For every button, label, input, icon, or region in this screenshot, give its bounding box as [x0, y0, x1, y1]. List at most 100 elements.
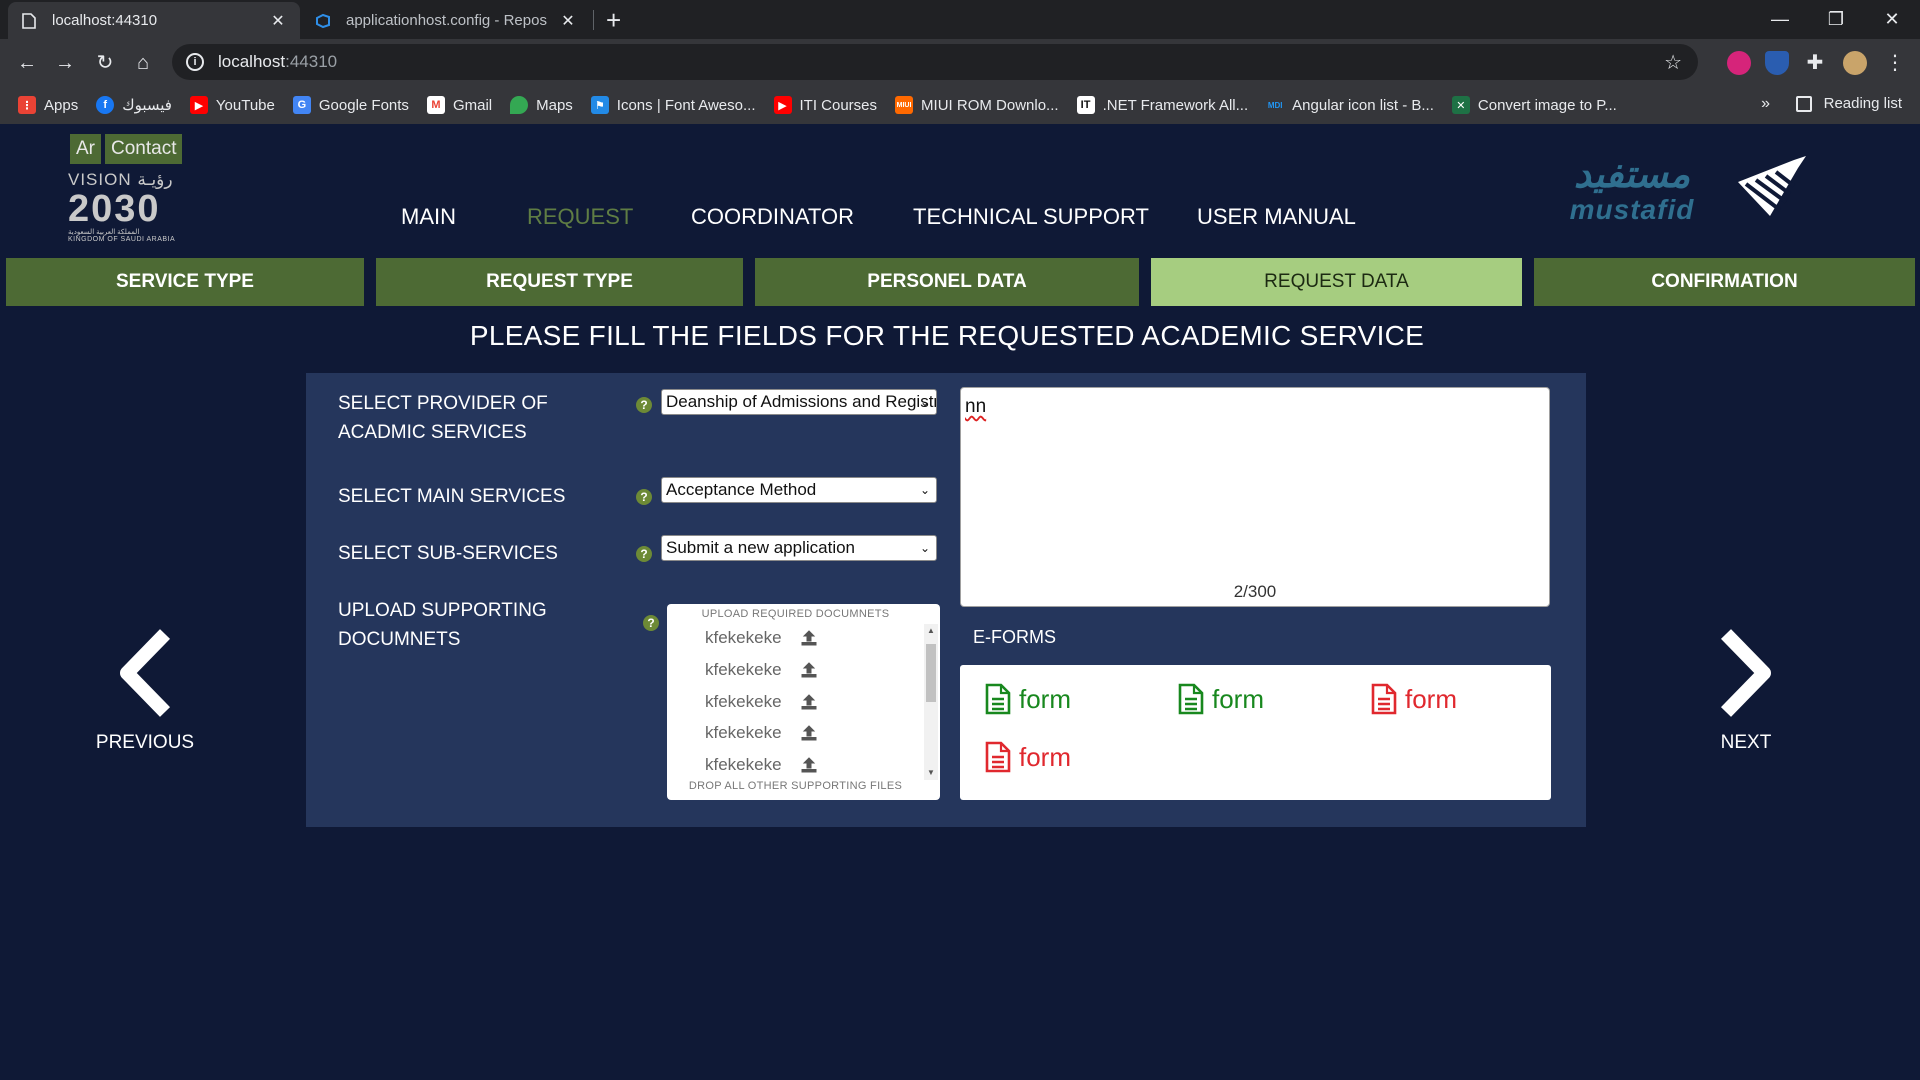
forward-arrow-icon[interactable]: → — [50, 48, 80, 78]
chevron-down-icon: ⌄ — [919, 483, 930, 497]
bookmark-apps[interactable]: ⋮ Apps — [18, 96, 78, 114]
bookmark-dotnet[interactable]: IT .NET Framework All... — [1076, 96, 1248, 114]
provider-select[interactable]: Deanship of Admissions and Registration … — [661, 389, 937, 415]
new-tab-plus-icon[interactable]: + — [606, 6, 621, 34]
upload-item[interactable]: kfekekeke — [705, 755, 818, 775]
extensions-puzzle-icon[interactable]: ✚ — [1800, 48, 1830, 78]
help-icon[interactable]: ? — [636, 546, 652, 562]
upload-icon[interactable] — [800, 756, 818, 774]
page: Ar Contact VISION رؤيـة 2030 المملكة الع… — [0, 124, 1920, 1080]
notes-textarea[interactable]: nn 2/300 — [960, 387, 1550, 607]
scroll-down-icon[interactable]: ▼ — [927, 768, 935, 777]
tab-applicationhost[interactable]: applicationhost.config - Repos ✕ — [302, 2, 590, 39]
upload-item[interactable]: kfekekeke — [705, 723, 818, 743]
upload-item[interactable]: kfekekeke — [705, 628, 818, 648]
reload-icon[interactable]: ↻ — [90, 48, 120, 78]
upload-scrollbar[interactable]: ▲ ▼ — [924, 624, 938, 780]
youtube-icon: ▶ — [189, 96, 208, 114]
nav-request[interactable]: REQUEST — [527, 204, 633, 230]
profile-avatar[interactable] — [1843, 51, 1867, 75]
restore-icon[interactable]: ❐ — [1808, 4, 1864, 34]
bookmark-convert-image[interactable]: ✕ Convert image to P... — [1451, 96, 1617, 114]
apps-grid-icon: ⋮ — [18, 96, 36, 114]
eform-link[interactable]: form — [985, 741, 1071, 773]
site-info-icon[interactable]: i — [186, 53, 204, 71]
url-port: :44310 — [285, 52, 338, 71]
mdi-icon: MDI — [1267, 100, 1283, 110]
extension-recorder-icon[interactable] — [1727, 51, 1751, 75]
close-tab-icon[interactable]: ✕ — [558, 11, 578, 31]
eforms-heading: E-FORMS — [973, 627, 1056, 647]
tab-strip: localhost:44310 ✕ applicationhost.config… — [0, 0, 1920, 39]
mustafid-latin: mustafid — [1569, 194, 1695, 225]
nav-technical-support[interactable]: TECHNICAL SUPPORT — [913, 204, 1149, 230]
upload-item[interactable]: kfekekeke — [705, 660, 818, 680]
nav-user-manual[interactable]: USER MANUAL — [1197, 204, 1356, 230]
mustafid-arabic: مستفيد — [1573, 154, 1691, 196]
close-tab-icon[interactable]: ✕ — [268, 11, 288, 31]
bookmarks-bar: ⋮ Apps f فيسبوك ▶ YouTube G Google Fonts M Gm… — [0, 86, 1920, 124]
extension-shield-icon[interactable] — [1765, 51, 1789, 75]
file-icon — [1371, 683, 1397, 715]
address-bar[interactable]: i localhost:44310 ☆ — [172, 44, 1698, 80]
scroll-up-icon[interactable]: ▲ — [927, 626, 935, 635]
bookmark-gmail[interactable]: M Gmail — [426, 96, 492, 114]
nav-coordinator[interactable]: COORDINATOR — [691, 204, 854, 230]
minimize-icon[interactable]: — — [1752, 4, 1808, 34]
scroll-thumb[interactable] — [926, 644, 936, 702]
back-arrow-icon[interactable]: ← — [12, 48, 42, 78]
bookmark-google-fonts[interactable]: G Google Fonts — [292, 96, 409, 114]
char-counter: 2/300 — [1233, 582, 1277, 601]
bookmark-font-awesome[interactable]: ⚑ Icons | Font Aweso... — [590, 96, 756, 114]
tab-title: localhost:44310 — [52, 12, 158, 29]
browser-menu-icon[interactable]: ⋮ — [1880, 48, 1910, 78]
step-request-data[interactable]: REQUEST DATA — [1151, 258, 1522, 306]
window-close-icon[interactable]: ✕ — [1864, 4, 1920, 34]
bookmark-maps[interactable]: Maps — [510, 96, 573, 114]
bookmark-facebook[interactable]: f فيسبوك — [96, 96, 172, 114]
upload-icon[interactable] — [800, 629, 818, 647]
next-label: NEXT — [1720, 732, 1772, 753]
upload-icon[interactable] — [800, 661, 818, 679]
miui-icon: MIUI — [895, 96, 914, 114]
eform-link[interactable]: form — [1371, 683, 1457, 715]
browser-toolbar: ← → ↻ ⌂ i localhost:44310 ☆ ✚ ⋮ — [0, 39, 1920, 86]
bookmark-star-icon[interactable]: ☆ — [1664, 50, 1682, 75]
request-form-panel: SELECT PROVIDER OF ACADMIC SERVICES ? De… — [306, 373, 1586, 827]
facebook-icon: f — [96, 96, 115, 114]
next-button[interactable]: NEXT — [1676, 628, 1816, 754]
help-icon[interactable]: ? — [636, 397, 652, 413]
help-icon[interactable]: ? — [636, 489, 652, 505]
step-personel-data[interactable]: PERSONEL DATA — [755, 258, 1139, 306]
nav-main[interactable]: MAIN — [401, 204, 456, 230]
contact-button[interactable]: Contact — [105, 134, 183, 164]
home-icon[interactable]: ⌂ — [128, 48, 158, 78]
bookmark-angular-icons[interactable]: MDI Angular icon list - B... — [1266, 96, 1434, 114]
help-icon[interactable]: ? — [643, 615, 659, 631]
previous-button[interactable]: PREVIOUS — [75, 628, 215, 754]
step-service-type[interactable]: SERVICE TYPE — [6, 258, 364, 306]
upload-dropzone[interactable]: UPLOAD REQUIRED DOCUMNETS kfekekeke kfek… — [667, 604, 940, 800]
maps-pin-icon — [510, 96, 529, 114]
reading-list-button[interactable]: Reading list — [1795, 95, 1902, 112]
convert-icon: ✕ — [1451, 96, 1470, 114]
bookmarks-overflow-icon[interactable]: » — [1761, 95, 1770, 113]
language-toggle-button[interactable]: Ar — [70, 134, 101, 164]
step-request-type[interactable]: REQUEST TYPE — [376, 258, 743, 306]
eform-link[interactable]: form — [1178, 683, 1264, 715]
bookmark-youtube[interactable]: ▶ YouTube — [189, 96, 275, 114]
bookmark-miui[interactable]: MIUI MIUI ROM Downlo... — [895, 96, 1059, 114]
it-icon: IT — [1076, 96, 1095, 114]
google-fonts-icon: G — [292, 96, 311, 114]
upload-item[interactable]: kfekekeke — [705, 692, 818, 712]
sub-service-select[interactable]: Submit a new application ⌄ — [661, 535, 937, 561]
upload-icon[interactable] — [800, 724, 818, 742]
upload-icon[interactable] — [800, 693, 818, 711]
sub-service-label: SELECT SUB-SERVICES — [338, 543, 558, 564]
step-confirmation[interactable]: CONFIRMATION — [1534, 258, 1915, 306]
main-service-select[interactable]: Acceptance Method ⌄ — [661, 477, 937, 503]
bookmark-iti-courses[interactable]: ▶ ITI Courses — [773, 96, 877, 114]
eform-link[interactable]: form — [985, 683, 1071, 715]
file-icon — [1178, 683, 1204, 715]
tab-localhost[interactable]: localhost:44310 ✕ — [8, 2, 300, 39]
